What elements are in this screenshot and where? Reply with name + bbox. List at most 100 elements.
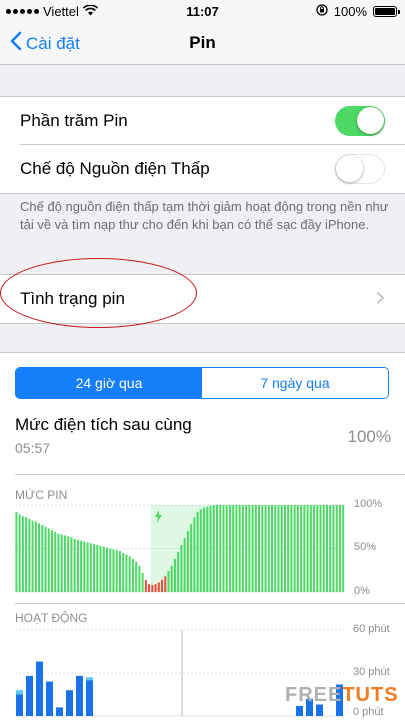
battery-bar (44, 526, 47, 592)
battery-bar (186, 531, 189, 592)
battery-bar (99, 545, 102, 592)
battery-bar (83, 541, 86, 592)
battery-bar (209, 505, 212, 592)
battery-bar (89, 543, 92, 592)
battery-bar (102, 546, 105, 592)
activity-bar-screen-on (66, 690, 73, 716)
activity-bar-screen-on (36, 661, 43, 716)
battery-bar (306, 505, 309, 592)
battery-bar (86, 542, 89, 592)
battery-bar (316, 505, 319, 592)
battery-bar (206, 506, 209, 592)
battery-bar (122, 552, 125, 592)
battery-bar (47, 528, 50, 592)
battery-bar (274, 505, 277, 592)
activity-bar-screen-on (46, 681, 53, 716)
battery-bar (190, 524, 193, 592)
battery-bar (193, 517, 196, 592)
battery-bar (73, 538, 76, 592)
battery-bar (329, 505, 332, 592)
battery-bar (319, 505, 322, 592)
battery-bar (76, 539, 79, 592)
battery-bar (335, 505, 338, 592)
battery-bar (112, 549, 115, 592)
activity-bar-screen-off (86, 677, 93, 681)
battery-bar (167, 571, 170, 592)
battery-bar (118, 551, 121, 592)
battery-bar (164, 576, 167, 592)
battery-bar (60, 534, 63, 592)
battery-bar (270, 505, 274, 592)
battery-bar (151, 585, 154, 592)
battery-bar (38, 523, 41, 592)
battery-bar (245, 505, 248, 592)
battery-bar (203, 507, 206, 592)
battery-bar (70, 537, 73, 592)
battery-bar (80, 540, 83, 592)
battery-bar (54, 531, 57, 592)
battery-bar (148, 584, 151, 592)
activity-bar-screen-on (26, 675, 33, 716)
battery-bar (34, 521, 37, 592)
battery-bar (332, 505, 335, 592)
battery-bar (338, 505, 341, 592)
battery-bar (342, 505, 345, 592)
battery-bar (228, 505, 231, 592)
battery-bar (238, 505, 241, 592)
battery-bar (313, 505, 316, 592)
battery-bar (196, 511, 199, 592)
battery-bar (173, 558, 176, 592)
battery-bar (183, 538, 186, 592)
activity-bar-screen-on (296, 705, 303, 716)
battery-bar (264, 505, 267, 592)
battery-bar (21, 516, 24, 592)
battery-bar (254, 505, 257, 592)
battery-bar (283, 505, 286, 592)
battery-bar (128, 556, 131, 592)
battery-bar (241, 505, 244, 592)
battery-bar (248, 505, 251, 592)
battery-bar (144, 579, 147, 592)
battery-bar (219, 505, 222, 592)
battery-bar (131, 558, 134, 592)
battery-bar (199, 509, 202, 592)
battery-bar (222, 505, 225, 592)
battery-bar (141, 572, 144, 592)
battery-bar (325, 505, 329, 592)
battery-bar (18, 514, 21, 592)
battery-bar (67, 536, 70, 592)
battery-bar (300, 505, 303, 592)
battery-bar (180, 545, 183, 592)
battery-bar (225, 505, 228, 592)
battery-bar (280, 505, 283, 592)
battery-bar (93, 544, 96, 592)
battery-bar (235, 505, 238, 592)
battery-bar (322, 505, 325, 592)
battery-bar (277, 505, 280, 592)
activity-bar-screen-on (16, 694, 23, 716)
activity-bar-screen-off (16, 690, 23, 695)
battery-bar (287, 505, 290, 592)
battery-bar (215, 505, 219, 592)
battery-bar (96, 545, 99, 592)
battery-bar (177, 551, 180, 592)
battery-bar (251, 505, 254, 592)
battery-bar (135, 561, 138, 592)
battery-bar (57, 533, 60, 592)
battery-bar (267, 505, 270, 592)
freetuts-watermark: FREETUTS (285, 684, 399, 706)
battery-bar (41, 525, 44, 592)
battery-bar (125, 554, 128, 592)
battery-bar (50, 530, 54, 592)
battery-bar (258, 505, 261, 592)
battery-bar (115, 550, 118, 592)
activity-bar-screen-on (56, 707, 63, 716)
battery-bar (105, 547, 109, 592)
battery-bar (160, 579, 164, 592)
battery-bar (296, 505, 299, 592)
battery-bar (63, 535, 66, 592)
battery-bar (28, 518, 31, 592)
battery-bar (25, 517, 28, 592)
battery-bar (303, 505, 306, 592)
battery-bar (309, 505, 312, 592)
